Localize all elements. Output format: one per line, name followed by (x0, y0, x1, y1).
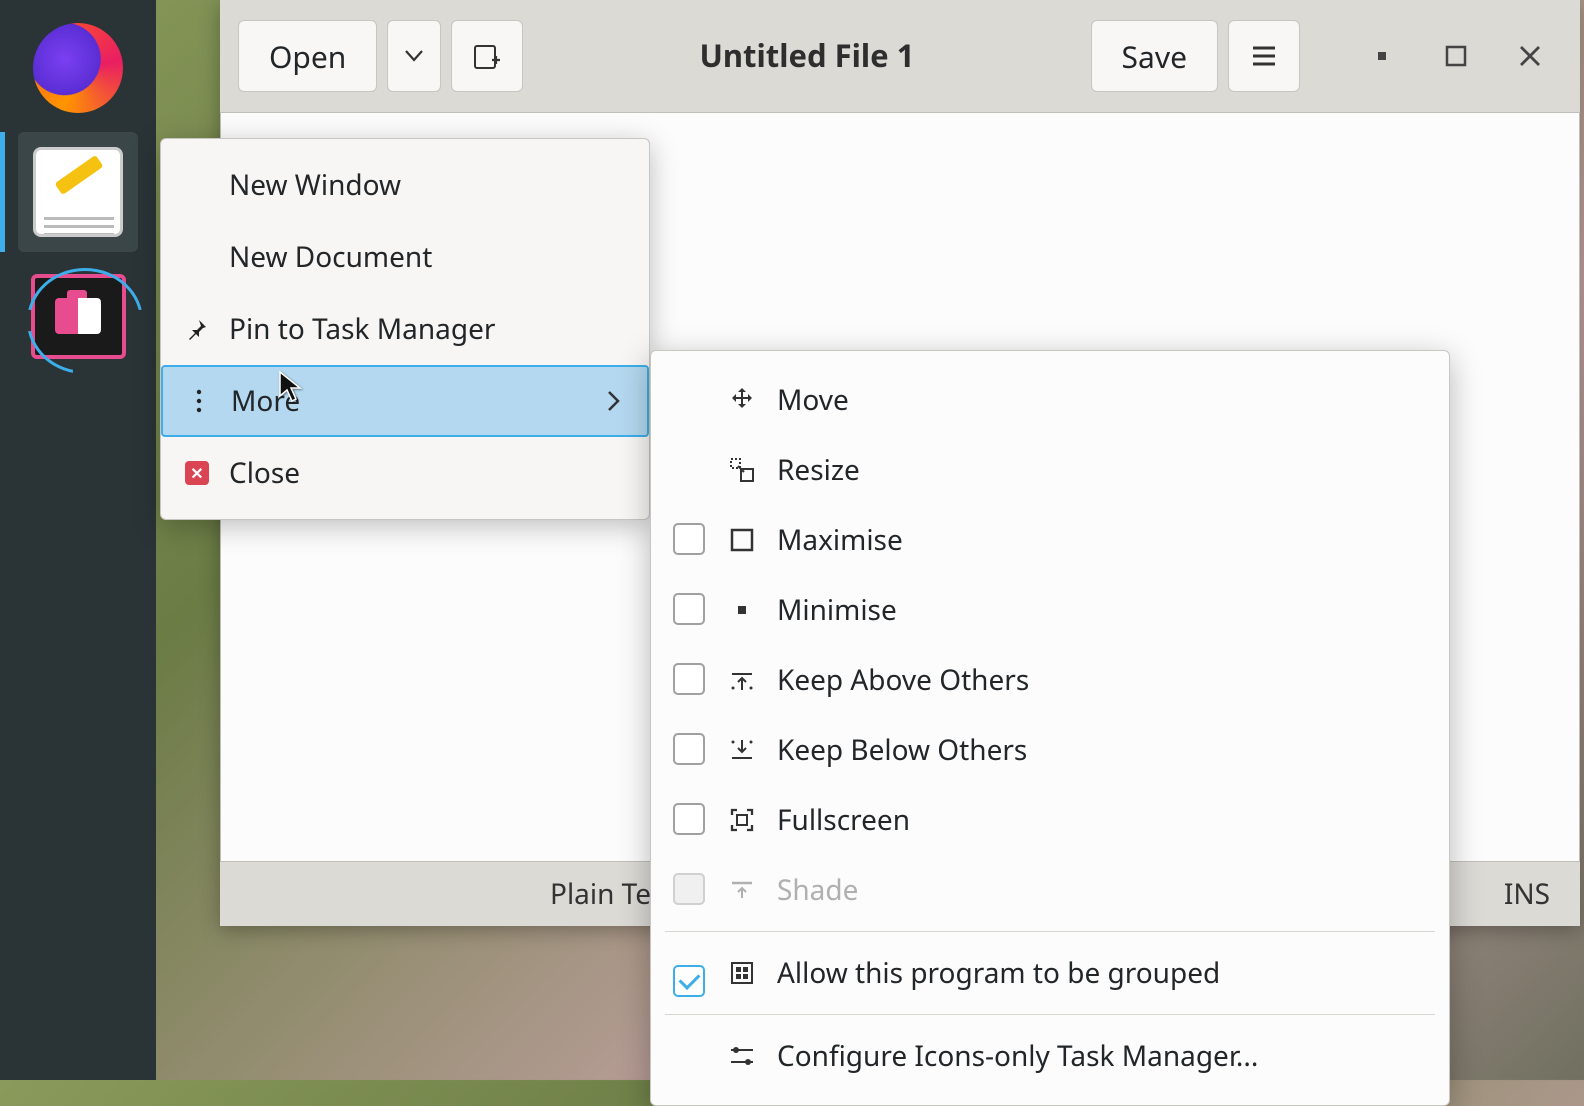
chevron-right-icon (601, 390, 627, 412)
submenu-minimise[interactable]: Minimise (651, 575, 1449, 645)
shade-checkbox (673, 873, 705, 905)
minimise-checkbox[interactable] (673, 593, 705, 625)
fullscreen-icon (725, 806, 759, 834)
menu-close[interactable]: ✕ Close (161, 437, 649, 509)
text-editor-icon (33, 147, 123, 237)
keep-below-checkbox[interactable] (673, 733, 705, 765)
pin-icon (181, 317, 213, 341)
window-close-button[interactable] (1498, 24, 1562, 88)
minimise-icon (1369, 43, 1395, 69)
submenu-move[interactable]: Move (651, 365, 1449, 435)
submenu-keep-below[interactable]: Keep Below Others (651, 715, 1449, 785)
submenu-shade: Shade (651, 855, 1449, 925)
titlebar[interactable]: Open Untitled File 1 Save (220, 0, 1580, 112)
firefox-icon (33, 23, 123, 113)
open-dropdown-button[interactable] (387, 20, 441, 92)
menu-new-window[interactable]: New Window (161, 149, 649, 221)
status-insert-mode[interactable]: INS (1504, 875, 1550, 913)
hamburger-icon (1250, 42, 1278, 70)
taskbar-item-text-editor[interactable] (18, 132, 138, 252)
keep-above-icon (725, 666, 759, 694)
taskbar-item-firefox[interactable] (18, 8, 138, 128)
group-icon (725, 959, 759, 987)
allow-grouped-checkbox[interactable] (673, 965, 705, 997)
save-button[interactable]: Save (1091, 20, 1218, 92)
submenu-configure-task-manager[interactable]: Configure Icons-only Task Manager... (651, 1021, 1449, 1091)
submenu-allow-grouped[interactable]: Allow this program to be grouped (651, 938, 1449, 1008)
maximise-icon (1443, 43, 1469, 69)
window-minimise-button[interactable] (1350, 24, 1414, 88)
window-title: Untitled File 1 (533, 35, 1080, 77)
menu-pin-to-task-manager[interactable]: Pin to Task Manager (161, 293, 649, 365)
menu-more[interactable]: More (161, 365, 649, 437)
status-syntax-mode[interactable]: Plain Tex (550, 875, 665, 913)
keep-above-checkbox[interactable] (673, 663, 705, 695)
configure-icon (725, 1042, 759, 1070)
keep-below-icon (725, 736, 759, 764)
menu-separator (665, 1014, 1435, 1015)
caret-down-icon (405, 50, 423, 62)
taskbar (0, 0, 156, 1080)
submenu-resize[interactable]: Resize (651, 435, 1449, 505)
submenu-fullscreen[interactable]: Fullscreen (651, 785, 1449, 855)
shade-icon (725, 876, 759, 904)
fullscreen-checkbox[interactable] (673, 803, 705, 835)
more-submenu: Move Resize Maximise Minimise Keep Above… (650, 350, 1450, 1106)
minimise-icon (725, 597, 759, 623)
taskbar-context-menu: New Window New Document Pin to Task Mana… (160, 138, 650, 520)
resize-icon (725, 456, 759, 484)
submenu-maximise[interactable]: Maximise (651, 505, 1449, 575)
camera-icon (31, 274, 126, 359)
menu-separator (665, 931, 1435, 932)
hamburger-menu-button[interactable] (1228, 20, 1300, 92)
maximise-icon (725, 527, 759, 553)
new-tab-icon (471, 40, 503, 72)
open-button[interactable]: Open (238, 20, 377, 92)
close-x-icon: ✕ (185, 461, 209, 485)
maximise-checkbox[interactable] (673, 523, 705, 555)
submenu-keep-above[interactable]: Keep Above Others (651, 645, 1449, 715)
window-maximise-button[interactable] (1424, 24, 1488, 88)
taskbar-item-spectacle[interactable] (18, 256, 138, 376)
new-tab-button[interactable] (451, 20, 523, 92)
close-icon (1517, 43, 1543, 69)
more-dots-icon (183, 388, 215, 414)
menu-new-document[interactable]: New Document (161, 221, 649, 293)
move-icon (725, 386, 759, 414)
